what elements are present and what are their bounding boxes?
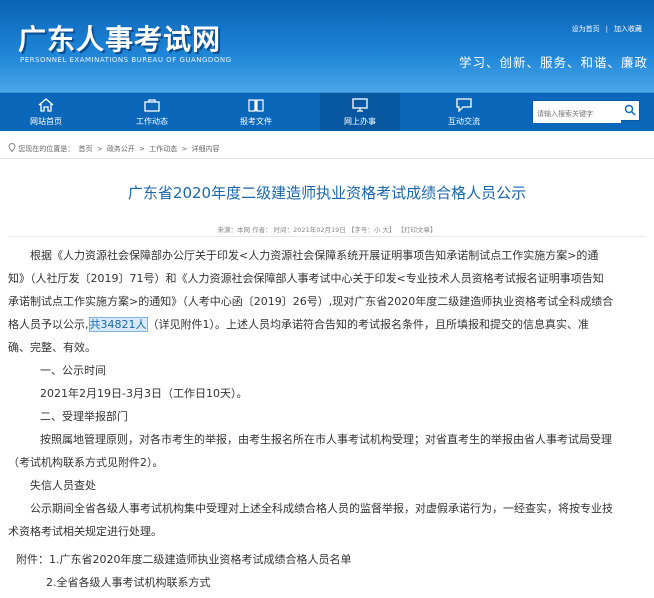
site-header: 广东人事考试网 PERSONNEL EXAMINATIONS BUREAU OF… (0, 0, 654, 92)
search-box (532, 100, 640, 123)
search-icon[interactable] (624, 104, 636, 116)
article-title: 广东省2020年度二级建造师执业资格考试成绩合格人员公示 (127, 184, 527, 202)
section-heading: 一、公示时间 (40, 364, 106, 377)
book-icon (248, 99, 264, 112)
divider (0, 158, 654, 159)
article-line: 术资格考试相关规定进行处理。 (8, 525, 162, 538)
briefcase-icon (144, 99, 160, 112)
article-line: 承诺制试点工作实施方案>的通知》（人考中心函〔2019〕26号）,现对广东省20… (8, 295, 614, 308)
article-line: 2021年2月19日-3月3日（工作日10天）。 (40, 387, 248, 400)
monitor-icon (352, 98, 368, 112)
divider (8, 236, 646, 237)
nav-item-documents[interactable]: 报考文件 (216, 93, 296, 131)
breadcrumb-prefix: 您现在的位置是： (18, 145, 75, 153)
nav-item-home[interactable]: 网站首页 (6, 93, 86, 131)
nav-item-online[interactable]: 网上办事 (320, 93, 400, 131)
highlighted-count: 共34821人 (88, 317, 148, 332)
breadcrumb-current: 详细内容 (191, 145, 220, 153)
section-heading: 二、受理举报部门 (40, 410, 128, 423)
breadcrumb-home[interactable]: 首页 (78, 145, 92, 153)
article-line: （考试机构联系方式见附件2）。 (8, 456, 164, 469)
nav-item-news[interactable]: 工作动态 (112, 93, 192, 131)
attachment-2-link[interactable]: 2.全省各级人事考试机构联系方式 (46, 571, 211, 594)
breadcrumb-gov-affairs[interactable]: 政务公开 (107, 145, 135, 153)
site-logo[interactable]: 广东人事考试网 (18, 18, 221, 58)
top-links: 设为首页 | 加入收藏 (571, 25, 642, 33)
article-line: 知》（人社厅发〔2019〕71号）和《人力资源社会保障部人事考试中心关于印发<专… (8, 272, 604, 285)
add-favorite-link[interactable]: 加入收藏 (614, 25, 642, 33)
location-pin-icon (8, 143, 16, 153)
search-input[interactable] (533, 105, 621, 123)
article-line: 公示期间全省各级人事考试机构集中受理对上述全科成绩合格人员的监督举报，对虚假承诺… (30, 502, 613, 515)
article-line: 格人员予以公示,共34821人（详见附件1）。上述人员均承诺符合告知的考试报名条… (8, 317, 589, 332)
attachment-1-link[interactable]: 附件：1.广东省2020年度二级建造师执业资格考试成绩合格人员名单 (16, 548, 352, 571)
set-homepage-link[interactable]: 设为首页 (572, 25, 600, 33)
home-icon (38, 98, 54, 112)
chat-icon (456, 98, 472, 112)
article-line: 确、完整、有效。 (8, 341, 96, 354)
article-meta: 来源：本网 作者： 时间：2021年02月19日 【字号：小 大】 【打印文章】 (217, 226, 437, 234)
nav-item-interaction[interactable]: 互动交流 (424, 93, 504, 131)
article-line: 根据《人力资源社会保障部办公厅关于印发<人力资源社会保障系统开展证明事项告知承诺… (30, 249, 599, 262)
section-heading: 失信人员查处 (30, 479, 96, 492)
slogan: 学习、创新、服务、和谐、廉政 (458, 55, 648, 70)
site-subtitle: PERSONNEL EXAMINATIONS BUREAU OF GUANGDO… (20, 56, 232, 64)
article-line: 按照属地管理原则，对各市考生的举报，由考生报名所在市人事考试机构受理；对省直考生… (40, 433, 612, 446)
breadcrumb-work-news[interactable]: 工作动态 (149, 145, 177, 153)
breadcrumb: 您现在的位置是： 首页 > 政务公开 > 工作动态 > 详细内容 (8, 143, 222, 154)
